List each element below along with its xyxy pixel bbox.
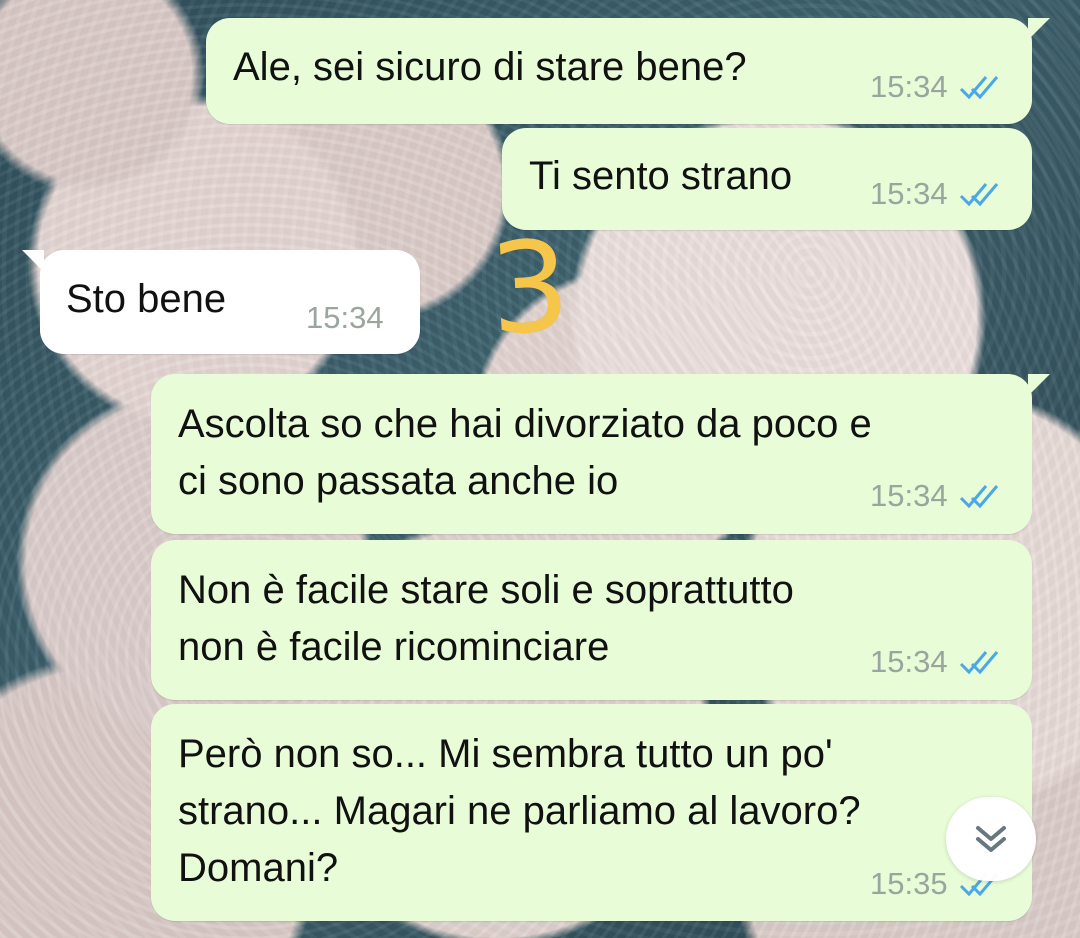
message-time: 15:34 [870, 69, 948, 104]
message-bubble-outgoing-5[interactable]: Però non so... Mi sembra tutto un po' st… [151, 704, 1032, 921]
double-check-icon [959, 651, 998, 675]
double-chevron-down-icon [976, 826, 1006, 852]
message-text-line-3: Domani? [178, 846, 339, 890]
handwritten-number-annotation: 3 [486, 214, 574, 363]
message-bubble-outgoing-2[interactable]: Ti sento strano 15:34 [502, 128, 1032, 230]
scroll-to-bottom-button[interactable] [946, 797, 1036, 881]
message-text-line-1: Ale, sei sicuro di stare bene? [233, 45, 747, 89]
message-meta: 15:34 [870, 177, 1000, 211]
message-meta: 15:34 [870, 479, 1000, 513]
message-text-line-2: ci sono passata anche io [178, 459, 619, 503]
message-meta: 15:34 [870, 70, 1000, 104]
message-meta: 15:34 [306, 301, 384, 335]
double-check-icon [959, 76, 998, 100]
message-time: 15:34 [306, 300, 384, 335]
chat-message-list[interactable]: Ale, sei sicuro di stare bene? 15:34 Ti … [0, 0, 1080, 938]
message-time: 15:34 [870, 176, 948, 211]
message-time: 15:34 [870, 478, 948, 513]
double-check-icon [959, 183, 998, 207]
message-text-line-2: non è facile ricominciare [178, 625, 610, 669]
message-meta: 15:34 [870, 645, 1000, 679]
message-time: 15:35 [870, 866, 948, 901]
message-text-line-1: Sto bene [66, 277, 227, 321]
message-time: 15:34 [870, 644, 948, 679]
message-bubble-outgoing-4[interactable]: Non è facile stare soli e soprattutto no… [151, 540, 1032, 700]
message-text-line-1: Ti sento strano [529, 154, 793, 198]
message-text-line-1: Però non so... Mi sembra tutto un po' [178, 732, 833, 776]
message-text-line-1: Non è facile stare soli e soprattutto [178, 568, 794, 612]
message-text-line-2: strano... Magari ne parliamo al lavoro? [178, 789, 861, 833]
message-bubble-outgoing-1[interactable]: Ale, sei sicuro di stare bene? 15:34 [206, 18, 1050, 124]
message-bubble-outgoing-3[interactable]: Ascolta so che hai divorziato da poco e … [151, 374, 1050, 534]
message-bubble-incoming-1[interactable]: Sto bene 15:34 [22, 250, 420, 354]
message-text-line-1: Ascolta so che hai divorziato da poco e [178, 402, 872, 446]
double-check-icon [959, 485, 998, 509]
